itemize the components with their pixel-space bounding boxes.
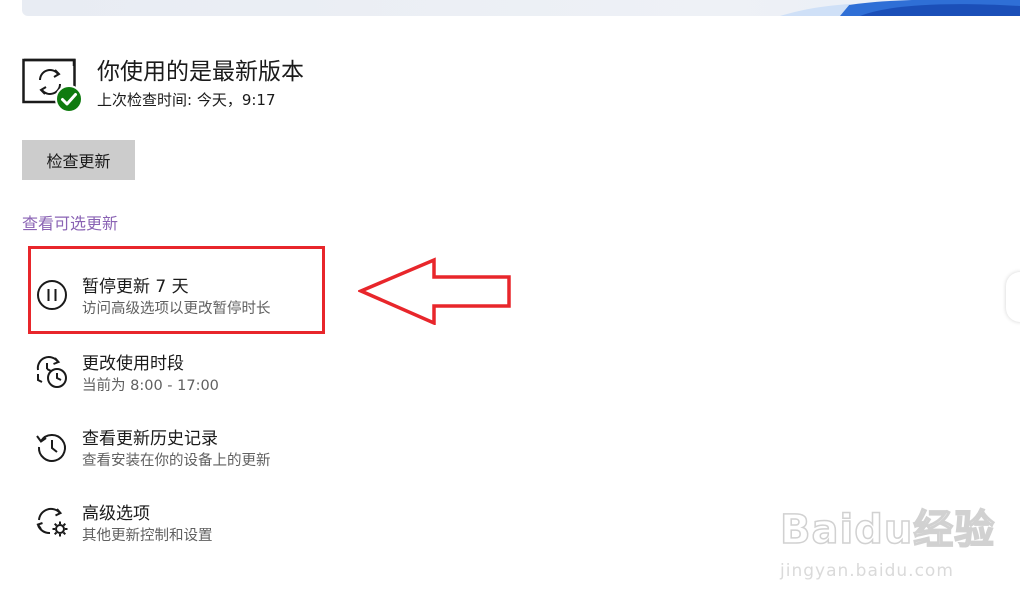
option-title: 高级选项 <box>82 504 150 524</box>
option-description: 其他更新控制和设置 <box>82 528 213 544</box>
baidu-watermark: Baidu经验 jingyan.baidu.com <box>779 497 995 589</box>
watermark-brand: Baidu经验 <box>779 506 996 554</box>
advanced-gear-icon <box>34 504 70 540</box>
watermark-url: jingyan.baidu.com <box>780 561 954 581</box>
active-hours-option[interactable]: 更改使用时段 当前为 8:00 - 17:00 <box>34 352 334 408</box>
option-title: 暂停更新 7 天 <box>82 277 189 297</box>
active-hours-icon <box>34 354 70 390</box>
history-icon <box>34 429 70 465</box>
update-status-icon <box>22 56 84 114</box>
last-check-time: 上次检查时间: 今天，9:17 <box>97 91 276 109</box>
pause-updates-option[interactable]: 暂停更新 7 天 访问高级选项以更改暂停时长 <box>34 275 334 331</box>
top-banner-image <box>22 0 1020 16</box>
windows-bloom-graphic <box>780 0 1020 16</box>
option-description: 访问高级选项以更改暂停时长 <box>82 301 271 317</box>
option-title: 更改使用时段 <box>82 354 184 374</box>
check-updates-button[interactable]: 检查更新 <box>22 140 135 180</box>
update-history-option[interactable]: 查看更新历史记录 查看安装在你的设备上的更新 <box>34 427 334 483</box>
pause-icon <box>34 277 70 313</box>
option-description: 查看安装在你的设备上的更新 <box>82 453 271 469</box>
update-status-title: 你使用的是最新版本 <box>97 59 304 85</box>
option-description: 当前为 8:00 - 17:00 <box>82 378 219 394</box>
optional-updates-link[interactable]: 查看可选更新 <box>22 212 118 236</box>
option-title: 查看更新历史记录 <box>82 429 218 449</box>
red-left-arrow-icon <box>358 257 511 325</box>
scroll-handle[interactable] <box>1006 272 1020 322</box>
advanced-options-option[interactable]: 高级选项 其他更新控制和设置 <box>34 502 334 558</box>
